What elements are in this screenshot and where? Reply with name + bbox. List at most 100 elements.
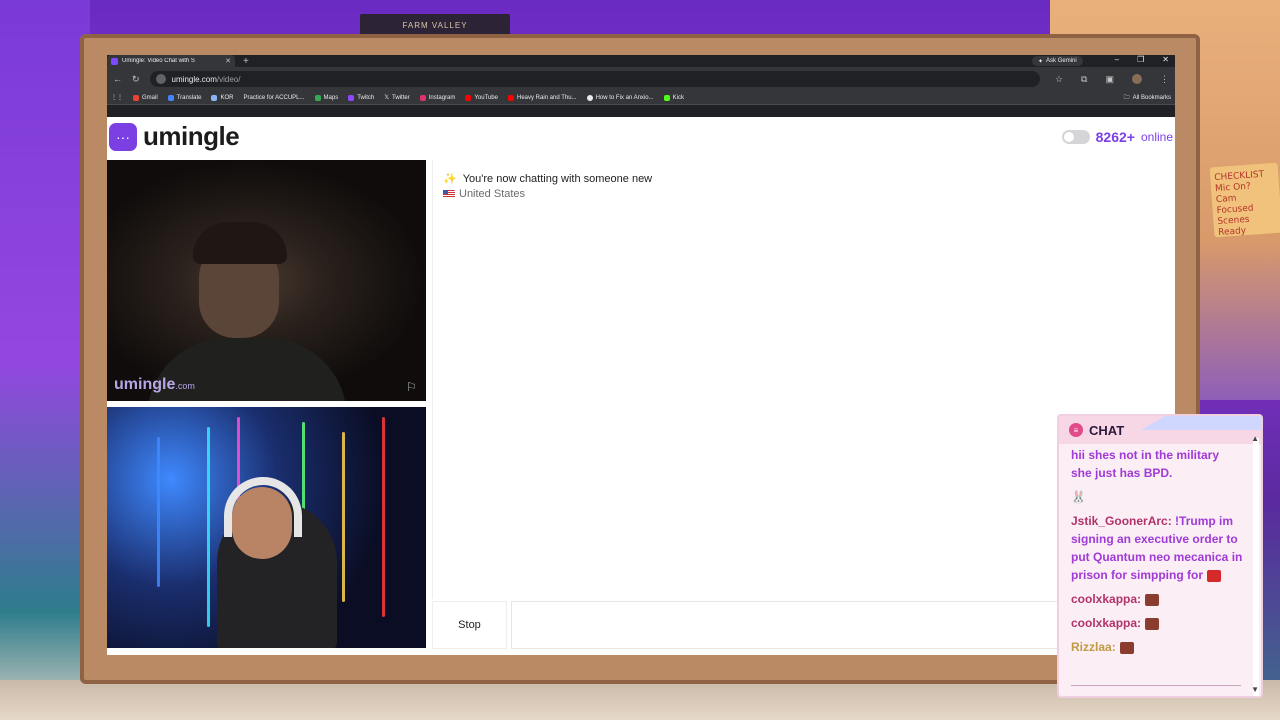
online-count: 8262+ xyxy=(1095,129,1135,145)
ask-gemini-button[interactable]: ✦ Ask Gemini xyxy=(1032,56,1083,66)
scroll-down-icon[interactable]: ▼ xyxy=(1251,685,1259,694)
maps-icon xyxy=(314,94,321,101)
bookmark-star-icon[interactable]: ☆ xyxy=(1055,74,1063,85)
chat-message: coolxkappa: xyxy=(1071,614,1243,632)
emote-icon xyxy=(1145,593,1160,606)
minimize-icon[interactable]: – xyxy=(1115,55,1119,64)
gemini-icon: ✦ xyxy=(1038,58,1044,65)
bookmark-heavy-rain[interactable]: Heavy Rain and Thu... xyxy=(507,94,577,101)
us-flag-icon xyxy=(443,190,455,198)
bookmark-kor[interactable]: KOR xyxy=(211,94,233,101)
stranger-country: United States xyxy=(443,188,525,200)
site-logo[interactable]: ··· umingle xyxy=(109,121,240,152)
url-bar[interactable]: umingle.com/video/ xyxy=(149,71,1040,87)
all-bookmarks[interactable]: 🗀 All Bookmarks xyxy=(1124,93,1171,103)
profile-avatar[interactable] xyxy=(1132,73,1142,84)
chat-message: Rizzlaa: xyxy=(1071,638,1243,656)
kick-icon xyxy=(663,94,670,101)
address-row: ← ↻ umingle.com/video/ ☆ ⧉ ▣ ⋮ xyxy=(107,67,1175,91)
chat-username: Rizzlaa xyxy=(1071,640,1112,654)
bookmark-translate[interactable]: Translate xyxy=(167,94,201,101)
chat-bubble-icon: ≡ xyxy=(1069,423,1083,437)
chat-divider xyxy=(1071,685,1241,686)
stream-chat-messages: hii shes not in the military she just ha… xyxy=(1071,446,1243,662)
reload-icon[interactable]: ↻ xyxy=(132,74,140,85)
bookmark-maps[interactable]: Maps xyxy=(314,94,338,101)
new-tab-button[interactable]: + xyxy=(243,56,249,67)
sparkle-icon: ✨ xyxy=(443,173,457,185)
chat-username: coolxkappa xyxy=(1071,592,1138,606)
status-text: You're now chatting with someone new xyxy=(462,172,653,185)
side-panel-icon[interactable]: ▣ xyxy=(1105,74,1114,85)
youtube-icon xyxy=(465,94,472,101)
instagram-icon xyxy=(419,94,426,101)
globe-icon xyxy=(586,94,593,101)
toolbar-icons: ☆ ⧉ ▣ ⋮ xyxy=(1055,73,1169,85)
bookmark-anxiety[interactable]: How to Fix an Anxio... xyxy=(586,94,654,101)
url-host: umingle.com xyxy=(171,74,217,84)
apps-grid-icon[interactable]: ⋮⋮ xyxy=(111,94,123,101)
umingle-page: ··· umingle 8262+ online umingle.com ⚐ ✨… xyxy=(107,117,1175,655)
umingle-favicon-icon xyxy=(111,57,118,65)
kor-icon xyxy=(211,94,218,101)
tab-umingle[interactable]: Umingle: Video Chat with S ✕ xyxy=(107,55,235,67)
stop-button[interactable]: Stop xyxy=(432,601,507,649)
twitch-icon xyxy=(348,94,355,101)
country-label: United States xyxy=(459,188,526,200)
close-tab-icon[interactable]: ✕ xyxy=(225,57,231,65)
bookmarks-bar: ⋮⋮ Gmail Translate KOR Practice for ACCU… xyxy=(107,91,1175,105)
shelf-sign: FARM VALLEY xyxy=(360,14,510,36)
led-strip xyxy=(342,432,345,602)
bookmark-instagram[interactable]: Instagram xyxy=(419,94,455,101)
led-strip xyxy=(382,417,385,617)
tab-title: Umingle: Video Chat with S xyxy=(122,58,195,64)
stream-chat-header: ≡ CHAT xyxy=(1059,416,1261,444)
brand-name: umingle xyxy=(143,121,240,151)
emote-icon xyxy=(1119,641,1134,654)
tab-bar: Umingle: Video Chat with S ✕ + ✦ Ask Gem… xyxy=(107,55,1175,67)
report-flag-icon[interactable]: ⚐ xyxy=(406,380,418,394)
stream-chat-overlay: ≡ CHAT hii shes not in the military she … xyxy=(1057,414,1263,698)
bookmark-practice[interactable]: Practice for ACCUPL... xyxy=(243,95,304,101)
chat-message: 🐰 xyxy=(1071,490,1086,504)
folder-icon: 🗀 xyxy=(1123,94,1130,101)
back-icon[interactable]: ← xyxy=(113,74,122,84)
bookmark-twitter[interactable]: 𝕏 Twitter xyxy=(384,94,410,102)
translate-icon xyxy=(167,94,174,101)
online-indicator: 8262+ online xyxy=(1061,129,1173,145)
chat-username: coolxkappa xyxy=(1071,616,1138,630)
extensions-icon[interactable]: ⧉ xyxy=(1081,74,1087,85)
browser-window: Umingle: Video Chat with S ✕ + ✦ Ask Gem… xyxy=(107,55,1175,655)
url-path: /video/ xyxy=(216,74,241,84)
stranger-hair xyxy=(193,222,287,264)
bookmark-gmail[interactable]: Gmail xyxy=(133,94,158,101)
led-strip xyxy=(207,427,210,627)
restore-icon[interactable]: ❐ xyxy=(1137,55,1144,64)
online-label: online xyxy=(1140,130,1173,144)
scroll-up-icon[interactable]: ▲ xyxy=(1251,434,1259,443)
bookmark-twitch[interactable]: Twitch xyxy=(348,94,374,101)
window-controls: – ❐ ✕ xyxy=(1115,55,1169,64)
room-background-left xyxy=(0,0,90,720)
close-window-icon[interactable]: ✕ xyxy=(1162,55,1169,64)
theme-toggle[interactable] xyxy=(1061,130,1090,144)
bookmark-youtube[interactable]: YouTube xyxy=(465,94,498,101)
gmail-icon xyxy=(133,94,139,101)
stranger-video: umingle.com ⚐ xyxy=(107,160,426,401)
self-video xyxy=(107,407,426,648)
x-icon: 𝕏 xyxy=(384,95,390,101)
menu-kebab-icon[interactable]: ⋮ xyxy=(1160,74,1169,85)
headphones xyxy=(224,477,302,537)
chat-message: coolxkappa: xyxy=(1071,590,1243,608)
youtube-icon xyxy=(507,94,514,101)
bookmark-kick[interactable]: Kick xyxy=(663,94,684,101)
stream-chat-title: CHAT xyxy=(1089,422,1125,438)
chat-scrollbar[interactable] xyxy=(1253,438,1259,696)
emote-icon xyxy=(1145,617,1160,630)
chat-status: ✨ You're now chatting with someone new xyxy=(443,172,653,186)
video-watermark: umingle.com xyxy=(114,376,195,393)
emote-icon xyxy=(1207,569,1221,582)
site-info-icon[interactable] xyxy=(155,74,166,84)
checklist-poster: CHECKLIST Mic On? Cam Focused Scenes Rea… xyxy=(1209,162,1280,238)
chat-bubble-logo-icon: ··· xyxy=(109,122,137,151)
